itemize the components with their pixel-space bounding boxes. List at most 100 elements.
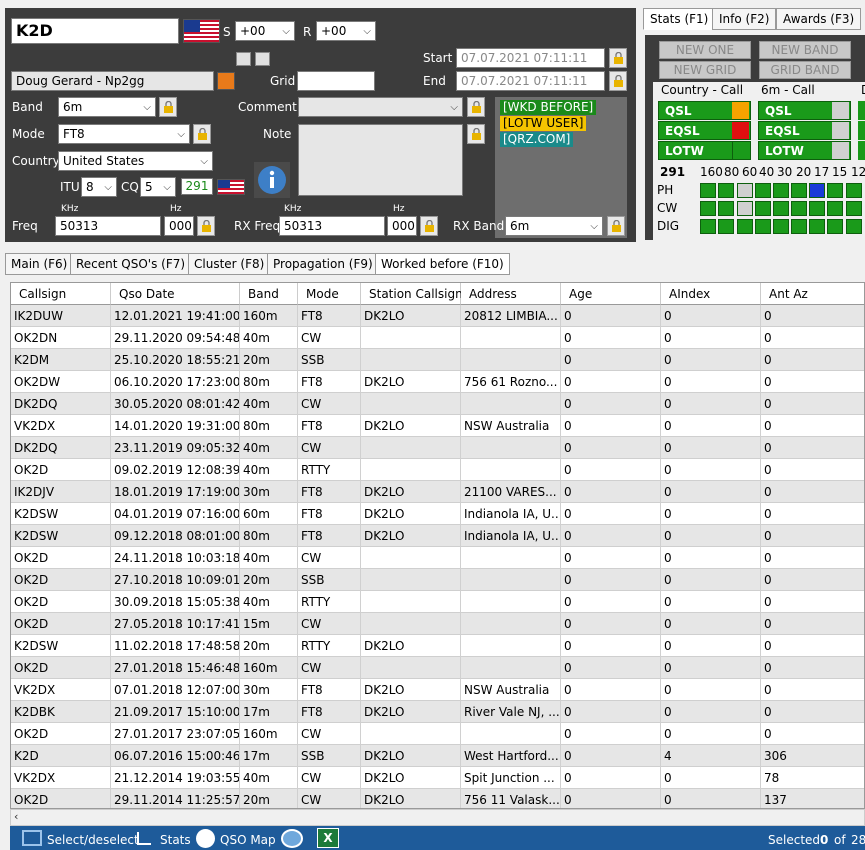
- tab-info[interactable]: Info (F2): [712, 8, 777, 30]
- table-row[interactable]: DK2DQ 23.11.2019 09:05:32 40m CW 0 0 0: [11, 437, 864, 459]
- table-cell: DK2LO: [361, 745, 461, 767]
- table-row[interactable]: OK2DN 29.11.2020 09:54:48 40m CW 0 0 0: [11, 327, 864, 349]
- band-mode-cell: [737, 201, 753, 216]
- table-row[interactable]: K2DSW 04.01.2019 07:16:00 60m FT8 DK2LO India…: [11, 503, 864, 525]
- tab-stats[interactable]: Stats (F1): [643, 8, 716, 30]
- table-row[interactable]: K2DSW 11.02.2018 17:48:58 20m RTTY DK2LO 0 0 0: [11, 635, 864, 657]
- select-deselect-button[interactable]: Select/deselect: [47, 833, 139, 847]
- table-row[interactable]: IK2DJV 18.01.2019 17:19:00 30m FT8 DK2LO 2110…: [11, 481, 864, 503]
- table-cell: OK2DN: [11, 327, 111, 349]
- lock-icon[interactable]: [609, 71, 627, 91]
- small-button-1[interactable]: [236, 52, 251, 66]
- table-row[interactable]: OK2D 27.01.2018 15:46:48 160m CW 0 0 0: [11, 657, 864, 679]
- globe-icon[interactable]: [196, 829, 215, 848]
- horizontal-scrollbar[interactable]: ‹: [10, 809, 865, 826]
- column-header[interactable]: AIndex: [661, 283, 761, 305]
- freq-hz-input[interactable]: 000: [164, 216, 194, 236]
- table-row[interactable]: K2DBK 21.09.2017 15:10:00 17m FT8 DK2LO River…: [11, 701, 864, 723]
- table-cell: K2DM: [11, 349, 111, 371]
- table-row[interactable]: OK2D 09.02.2019 12:08:39 40m RTTY 0 0 0: [11, 459, 864, 481]
- column-header[interactable]: Station Callsign: [361, 283, 463, 305]
- tab-worked-before[interactable]: Worked before (F10): [375, 253, 510, 275]
- table-row[interactable]: OK2D 24.11.2018 10:03:18 40m CW 0 0 0: [11, 547, 864, 569]
- table-row[interactable]: K2D 06.07.2016 15:00:46 17m SSB DK2LO West Ha…: [11, 745, 864, 767]
- grid-band-button[interactable]: GRID BAND: [759, 61, 851, 79]
- comment-select[interactable]: ⌵: [298, 97, 463, 117]
- cq-select[interactable]: 5 ⌵: [140, 177, 176, 197]
- r-report-select[interactable]: +00 ⌵: [316, 21, 376, 41]
- grid-input[interactable]: [297, 71, 375, 91]
- lock-icon[interactable]: [609, 48, 627, 68]
- column-header[interactable]: Band: [240, 283, 298, 305]
- table-row[interactable]: IK2DUW 12.01.2021 19:41:00 160m FT8 DK2LO 208…: [11, 305, 864, 327]
- table-cell: DK2LO: [361, 503, 461, 525]
- table-cell: OK2D: [11, 547, 111, 569]
- stats-button[interactable]: Stats: [160, 833, 191, 847]
- select-grid-icon[interactable]: [22, 830, 42, 846]
- table-row[interactable]: K2DM 25.10.2020 18:55:21 20m SSB 0 0 0: [11, 349, 864, 371]
- tag-worked-before[interactable]: [WKD BEFORE]: [500, 100, 597, 115]
- new-one-button[interactable]: NEW ONE: [659, 41, 751, 59]
- column-header[interactable]: Address: [461, 283, 561, 305]
- table-row[interactable]: VK2DX 14.01.2020 19:31:00 80m FT8 DK2LO NSW A…: [11, 415, 864, 437]
- table-row[interactable]: OK2D 27.05.2018 10:17:41 15m CW 0 0 0: [11, 613, 864, 635]
- column-header[interactable]: Ant Az: [761, 283, 864, 305]
- s-report-select[interactable]: +00 ⌵: [235, 21, 295, 41]
- rxband-select[interactable]: 6m ⌵: [505, 216, 603, 236]
- excel-icon[interactable]: X: [317, 828, 339, 848]
- new-grid-button[interactable]: NEW GRID: [659, 61, 751, 79]
- table-row[interactable]: OK2DW 06.10.2020 17:23:00 80m FT8 DK2LO 756 6…: [11, 371, 864, 393]
- table-cell: OK2D: [11, 723, 111, 745]
- scroll-left-arrow-icon[interactable]: ‹: [14, 810, 18, 823]
- new-band-button[interactable]: NEW BAND: [759, 41, 851, 59]
- note-textarea[interactable]: [298, 124, 463, 196]
- qso-map-button[interactable]: QSO Map: [220, 833, 276, 847]
- band-select[interactable]: 6m ⌵: [58, 97, 156, 117]
- qrz-lookup-icon[interactable]: [217, 72, 235, 90]
- table-row[interactable]: OK2D 27.01.2017 23:07:05 160m CW 0 0 0: [11, 723, 864, 745]
- rxfreq-khz-input[interactable]: 50313: [279, 216, 385, 236]
- table-cell: 0: [761, 393, 864, 415]
- lock-icon[interactable]: [197, 216, 215, 236]
- lock-icon[interactable]: [159, 97, 177, 117]
- table-row[interactable]: OK2D 29.11.2014 11:25:57 20m CW DK2LO 756 11 …: [11, 789, 864, 808]
- band-header-160: 160: [700, 165, 723, 179]
- freq-khz-input[interactable]: 50313: [55, 216, 161, 236]
- column-header[interactable]: Callsign: [11, 283, 111, 305]
- stats-chart-icon[interactable]: [137, 832, 151, 845]
- column-header[interactable]: Age: [561, 283, 661, 305]
- table-row[interactable]: OK2D 27.10.2018 10:09:01 20m SSB 0 0 0: [11, 569, 864, 591]
- lock-icon[interactable]: [193, 124, 211, 144]
- tab-propagation[interactable]: Propagation (F9): [267, 253, 379, 275]
- lock-icon[interactable]: [467, 97, 485, 117]
- column-header[interactable]: Qso Date: [111, 283, 240, 305]
- lock-icon[interactable]: [420, 216, 438, 236]
- itu-select[interactable]: 8 ⌵: [81, 177, 117, 197]
- info-icon[interactable]: [254, 162, 290, 198]
- column-header[interactable]: Mode: [298, 283, 361, 305]
- table-row[interactable]: VK2DX 21.12.2014 19:03:55 40m CW DK2LO Spit J…: [11, 767, 864, 789]
- tab-recent-qsos[interactable]: Recent QSO's (F7): [70, 253, 192, 275]
- lock-icon[interactable]: [607, 216, 625, 236]
- small-button-2[interactable]: [255, 52, 270, 66]
- table-cell: 20m: [240, 635, 298, 657]
- table-row[interactable]: VK2DX 07.01.2018 12:07:00 30m FT8 DK2LO NSW A…: [11, 679, 864, 701]
- table-row[interactable]: DK2DQ 30.05.2020 08:01:42 40m CW 0 0 0: [11, 393, 864, 415]
- country-select[interactable]: United States ⌵: [58, 151, 213, 171]
- tab-awards[interactable]: Awards (F3): [776, 8, 862, 30]
- rxfreq-hz-input[interactable]: 000: [387, 216, 417, 236]
- tab-cluster[interactable]: Cluster (F8): [188, 253, 271, 275]
- tag-qrz[interactable]: [QRZ.COM]: [500, 132, 574, 147]
- google-earth-icon[interactable]: [281, 829, 303, 848]
- name-input[interactable]: Doug Gerard - Np2gg: [11, 71, 214, 91]
- start-datetime-input[interactable]: 07.07.2021 07:11:11: [456, 48, 605, 68]
- table-cell: DK2LO: [361, 371, 461, 393]
- tag-lotw-user[interactable]: [LOTW USER]: [500, 116, 587, 131]
- lock-icon[interactable]: [467, 124, 485, 144]
- end-datetime-input[interactable]: 07.07.2021 07:11:11: [456, 71, 605, 91]
- tab-main[interactable]: Main (F6): [5, 253, 74, 275]
- table-row[interactable]: OK2D 30.09.2018 15:05:38 40m RTTY 0 0 0: [11, 591, 864, 613]
- mode-select[interactable]: FT8 ⌵: [58, 124, 190, 144]
- table-row[interactable]: K2DSW 09.12.2018 08:01:00 80m FT8 DK2LO India…: [11, 525, 864, 547]
- callsign-input[interactable]: K2D: [11, 18, 179, 44]
